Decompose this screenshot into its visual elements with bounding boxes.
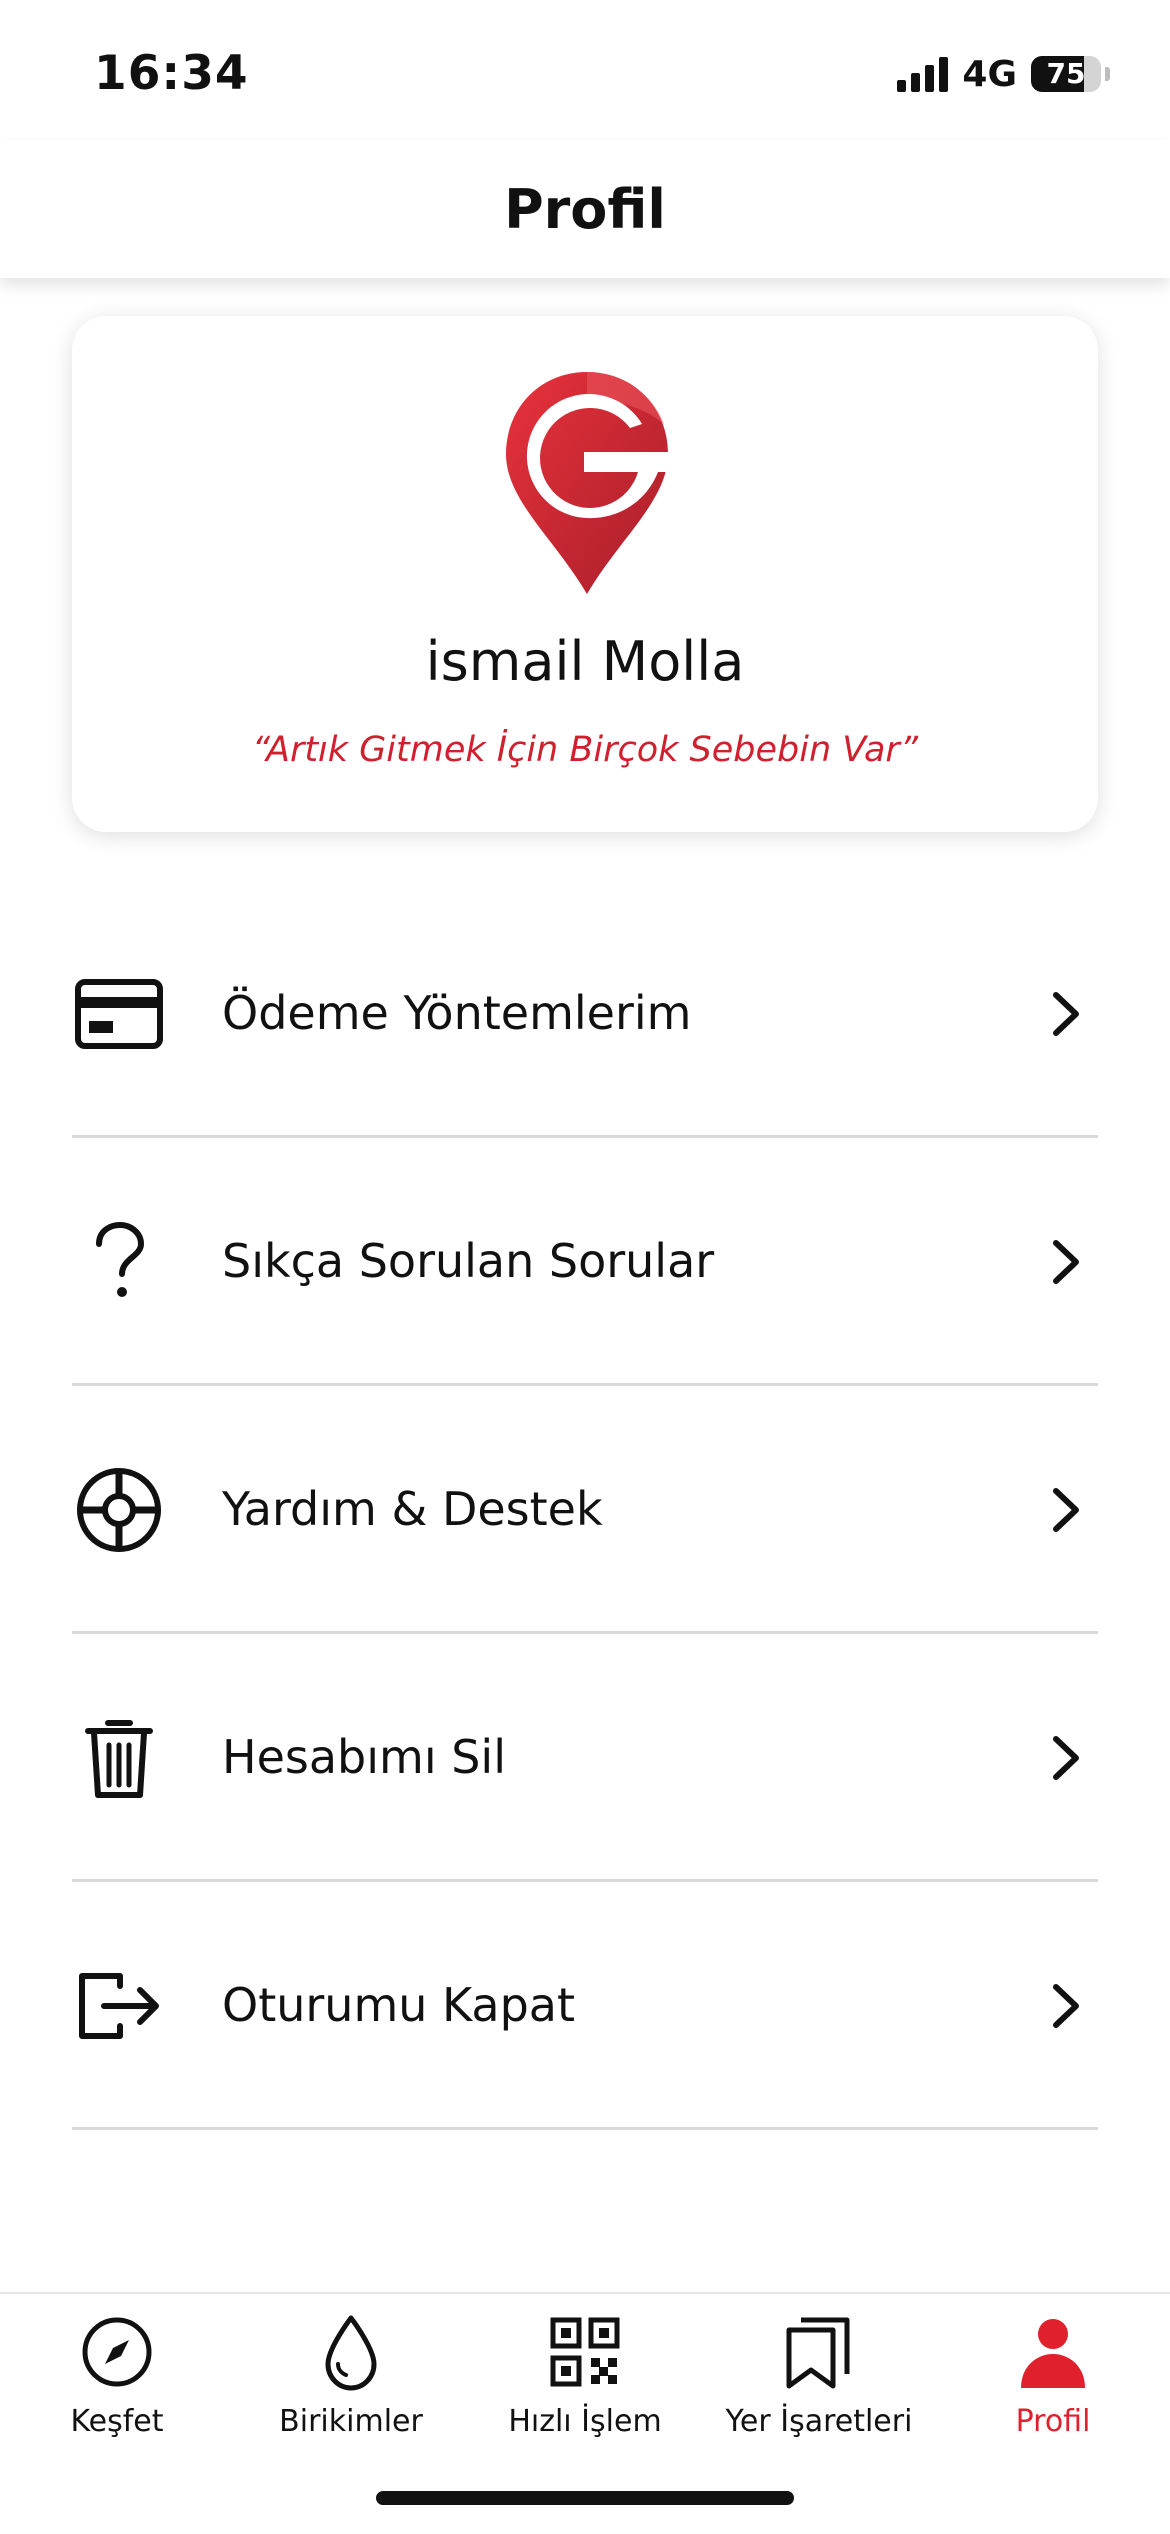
menu-item-label: Sıkça Sorulan Sorular (222, 1233, 715, 1288)
tab-label: Profil (1015, 2404, 1091, 2439)
menu-item-delete-account[interactable]: Hesabımı Sil (72, 1634, 1098, 1882)
tab-label: Keşfet (70, 2404, 164, 2439)
tab-quick-action[interactable]: Hızlı İşlem (468, 2312, 702, 2462)
battery-tip (1105, 67, 1110, 81)
trash-icon (74, 1713, 164, 1803)
tab-profile[interactable]: Profil (936, 2312, 1170, 2462)
menu-item-logout[interactable]: Oturumu Kapat (72, 1882, 1098, 2130)
question-mark-icon (74, 1217, 164, 1307)
tab-label: Hızlı İşlem (508, 2404, 662, 2439)
tab-label: Birikimler (279, 2404, 423, 2439)
status-time: 16:34 (94, 46, 249, 101)
tab-savings[interactable]: Birikimler (234, 2312, 468, 2462)
profile-menu: Ödeme Yöntemlerim Sıkça Sorulan Sorular … (72, 890, 1098, 2130)
page-header: Profil (0, 140, 1170, 278)
bookmarks-icon (786, 2317, 850, 2389)
page-title: Profil (504, 177, 666, 241)
menu-item-help-support[interactable]: Yardım & Destek (72, 1386, 1098, 1634)
menu-item-label: Ödeme Yöntemlerim (222, 985, 692, 1040)
tab-label: Yer İşaretleri (725, 2404, 913, 2439)
chevron-right-icon (1053, 1240, 1079, 1284)
home-indicator[interactable] (376, 2491, 794, 2505)
profile-slogan: “Artık Gitmek İçin Birçok Sebebin Var” (252, 730, 918, 770)
battery-level: 75 (1046, 57, 1086, 90)
location-pin-g-logo (506, 372, 668, 594)
chevron-right-icon (1053, 1736, 1079, 1780)
cellular-signal-icon (897, 56, 949, 92)
menu-item-payment-methods[interactable]: Ödeme Yöntemlerim (72, 890, 1098, 1138)
profile-name: ismail Molla (425, 630, 745, 693)
menu-item-label: Oturumu Kapat (222, 1977, 576, 2032)
logout-icon (74, 1961, 164, 2051)
battery-icon: 75 (1031, 56, 1101, 92)
lifebuoy-icon (74, 1465, 164, 1555)
drop-icon (325, 2315, 377, 2391)
chevron-right-icon (1053, 1984, 1079, 2028)
menu-item-faq[interactable]: Sıkça Sorulan Sorular (72, 1138, 1098, 1386)
profile-card: ismail Molla “Artık Gitmek İçin Birçok S… (72, 316, 1098, 832)
tab-explore[interactable]: Keşfet (0, 2312, 234, 2462)
status-indicators: 4G 75 (897, 52, 1110, 96)
tab-bookmarks[interactable]: Yer İşaretleri (702, 2312, 936, 2462)
user-icon (1021, 2319, 1085, 2388)
network-type: 4G (962, 53, 1017, 95)
compass-icon (82, 2317, 152, 2387)
chevron-right-icon (1053, 992, 1079, 1036)
credit-card-icon (74, 969, 164, 1059)
menu-item-label: Yardım & Destek (222, 1481, 603, 1536)
chevron-right-icon (1053, 1488, 1079, 1532)
status-bar: 16:34 4G 75 (0, 0, 1170, 140)
qr-code-icon (550, 2317, 620, 2387)
menu-item-label: Hesabımı Sil (222, 1729, 506, 1784)
